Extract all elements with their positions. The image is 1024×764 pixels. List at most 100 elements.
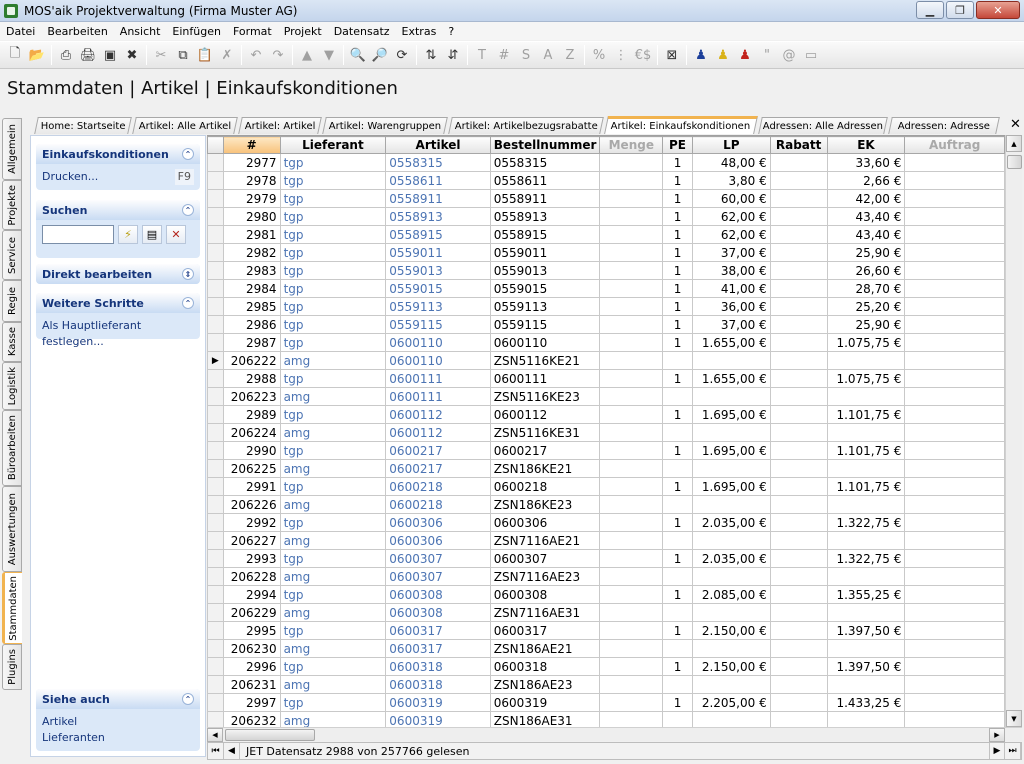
menu-projekt[interactable]: Projekt bbox=[278, 25, 328, 38]
close-view-icon[interactable]: ⊠ bbox=[661, 44, 683, 66]
cell-auftrag[interactable] bbox=[904, 405, 1005, 424]
s-format-icon[interactable]: S bbox=[515, 44, 537, 66]
refresh-icon[interactable]: ⟳ bbox=[391, 44, 413, 66]
table-row[interactable]: 206223 amg 0600111 ZSN5116KE23 bbox=[207, 387, 1005, 406]
cell-bestellnummer[interactable]: 0600317 bbox=[489, 621, 601, 640]
cell-lp[interactable]: 3,80 € bbox=[691, 171, 771, 190]
side-tab-bueroarbeiten[interactable]: Büroarbeiten bbox=[2, 410, 22, 486]
cell-number[interactable]: 206222 bbox=[222, 351, 281, 370]
cell-pe[interactable]: 1 bbox=[662, 279, 693, 298]
cell-ek[interactable]: 1.101,75 € bbox=[826, 477, 906, 496]
cell-rabatt[interactable] bbox=[769, 621, 828, 640]
column-header-menge[interactable]: Menge bbox=[599, 136, 664, 154]
cell-lp[interactable]: 2.205,00 € bbox=[691, 693, 771, 712]
cell-number[interactable]: 206224 bbox=[222, 423, 281, 442]
row-selector[interactable] bbox=[207, 387, 224, 406]
collapse-icon[interactable]: ⌃ bbox=[182, 148, 194, 160]
cell-lp[interactable]: 38,00 € bbox=[691, 261, 771, 280]
minimize-button[interactable]: ▁ bbox=[916, 1, 944, 19]
row-selector[interactable] bbox=[207, 549, 224, 568]
z-format-icon[interactable]: Z bbox=[559, 44, 581, 66]
cell-rabatt[interactable] bbox=[769, 423, 828, 442]
cell-auftrag[interactable] bbox=[904, 153, 1005, 172]
cell-lp[interactable] bbox=[691, 351, 771, 370]
cell-pe[interactable]: 1 bbox=[662, 441, 693, 460]
cell-auftrag[interactable] bbox=[904, 603, 1005, 622]
cell-bestellnummer[interactable]: 0559015 bbox=[489, 279, 601, 298]
cell-menge[interactable] bbox=[599, 711, 664, 727]
table-row[interactable]: 2983 tgp 0559013 0559013 1 38,00 €26,60 € bbox=[207, 261, 1005, 280]
tab-artikel-artikel[interactable]: Artikel: Artikel bbox=[238, 117, 322, 134]
decimal-icon[interactable]: ⋮ bbox=[610, 44, 632, 66]
tab-artikel-alle-artikel[interactable]: Artikel: Alle Artikel bbox=[132, 117, 238, 134]
vertical-scrollbar[interactable]: ▲ ▼ bbox=[1005, 135, 1022, 727]
cell-pe[interactable]: 1 bbox=[662, 171, 693, 190]
table-row[interactable]: 2980 tgp 0558913 0558913 1 62,00 €43,40 € bbox=[207, 207, 1005, 226]
cell-number[interactable]: 206231 bbox=[222, 675, 281, 694]
cell-auftrag[interactable] bbox=[904, 567, 1005, 586]
cell-ek[interactable]: 28,70 € bbox=[826, 279, 906, 298]
cell-bestellnummer[interactable]: 0600112 bbox=[489, 405, 601, 424]
save-icon[interactable]: ▣ bbox=[99, 44, 121, 66]
column-header-rabatt[interactable]: Rabatt bbox=[769, 136, 828, 154]
cell-lp[interactable]: 2.085,00 € bbox=[691, 585, 771, 604]
cell-artikel[interactable]: 0559011 bbox=[385, 243, 491, 262]
cell-bestellnummer[interactable]: ZSN5116KE31 bbox=[489, 423, 601, 442]
clear-icon[interactable]: ✗ bbox=[216, 44, 238, 66]
cell-lp[interactable]: 62,00 € bbox=[691, 225, 771, 244]
cell-menge[interactable] bbox=[599, 477, 664, 496]
cell-menge[interactable] bbox=[599, 513, 664, 532]
search-filter-icon[interactable]: ▤ bbox=[142, 225, 162, 244]
cell-auftrag[interactable] bbox=[904, 423, 1005, 442]
cell-lp[interactable]: 1.695,00 € bbox=[691, 477, 771, 496]
table-row[interactable]: 2986 tgp 0559115 0559115 1 37,00 €25,90 € bbox=[207, 315, 1005, 334]
cell-rabatt[interactable] bbox=[769, 441, 828, 460]
cell-lp[interactable]: 48,00 € bbox=[691, 153, 771, 172]
cell-lieferant[interactable]: tgp bbox=[279, 261, 387, 280]
section-suchen-header[interactable]: Suchen ⌃ bbox=[36, 200, 200, 220]
cell-ek[interactable]: 1.397,50 € bbox=[826, 657, 906, 676]
cell-rabatt[interactable] bbox=[769, 531, 828, 550]
tab-artikel-einkaufskonditionen[interactable]: Artikel: Einkaufskonditionen bbox=[604, 116, 758, 134]
cell-lieferant[interactable]: tgp bbox=[279, 477, 387, 496]
cell-ek[interactable] bbox=[826, 423, 906, 442]
cell-ek[interactable] bbox=[826, 711, 906, 727]
column-header-ek[interactable]: EK bbox=[826, 136, 906, 154]
open-folder-icon[interactable]: 📂 bbox=[26, 44, 48, 66]
cell-number[interactable]: 2987 bbox=[222, 333, 281, 352]
cell-menge[interactable] bbox=[599, 225, 664, 244]
cell-ek[interactable]: 1.322,75 € bbox=[826, 513, 906, 532]
cell-lieferant[interactable]: tgp bbox=[279, 207, 387, 226]
cell-bestellnummer[interactable]: ZSN7116AE23 bbox=[489, 567, 601, 586]
cell-number[interactable]: 2990 bbox=[222, 441, 281, 460]
cell-auftrag[interactable] bbox=[904, 675, 1005, 694]
cell-menge[interactable] bbox=[599, 459, 664, 478]
cell-auftrag[interactable] bbox=[904, 207, 1005, 226]
cell-lp[interactable] bbox=[691, 387, 771, 406]
current-row-indicator-icon[interactable]: ▶ bbox=[207, 351, 224, 370]
cell-artikel[interactable]: 0600111 bbox=[385, 387, 491, 406]
column-header-number[interactable]: # bbox=[222, 136, 281, 154]
cell-menge[interactable] bbox=[599, 639, 664, 658]
cell-pe[interactable]: 1 bbox=[662, 207, 693, 226]
cell-rabatt[interactable] bbox=[769, 639, 828, 658]
table-row[interactable]: 2985 tgp 0559113 0559113 1 36,00 €25,20 € bbox=[207, 297, 1005, 316]
tab-adressen-adresse[interactable]: Adressen: Adresse bbox=[888, 117, 1000, 134]
cell-ek[interactable]: 26,60 € bbox=[826, 261, 906, 280]
user-blue-icon[interactable]: ♟ bbox=[690, 44, 712, 66]
cell-lp[interactable] bbox=[691, 603, 771, 622]
cell-menge[interactable] bbox=[599, 603, 664, 622]
cell-lieferant[interactable]: tgp bbox=[279, 171, 387, 190]
cell-number[interactable]: 206225 bbox=[222, 459, 281, 478]
cell-lieferant[interactable]: tgp bbox=[279, 513, 387, 532]
cell-lp[interactable] bbox=[691, 495, 771, 514]
text-format-icon[interactable]: T bbox=[471, 44, 493, 66]
cell-number[interactable]: 2979 bbox=[222, 189, 281, 208]
cell-lieferant[interactable]: tgp bbox=[279, 441, 387, 460]
cell-ek[interactable]: 1.101,75 € bbox=[826, 441, 906, 460]
cell-rabatt[interactable] bbox=[769, 711, 828, 727]
section-einkaufskonditionen-header[interactable]: Einkaufskonditionen ⌃ bbox=[36, 144, 200, 164]
cell-bestellnummer[interactable]: ZSN5116KE21 bbox=[489, 351, 601, 370]
cell-menge[interactable] bbox=[599, 243, 664, 262]
cell-ek[interactable] bbox=[826, 387, 906, 406]
